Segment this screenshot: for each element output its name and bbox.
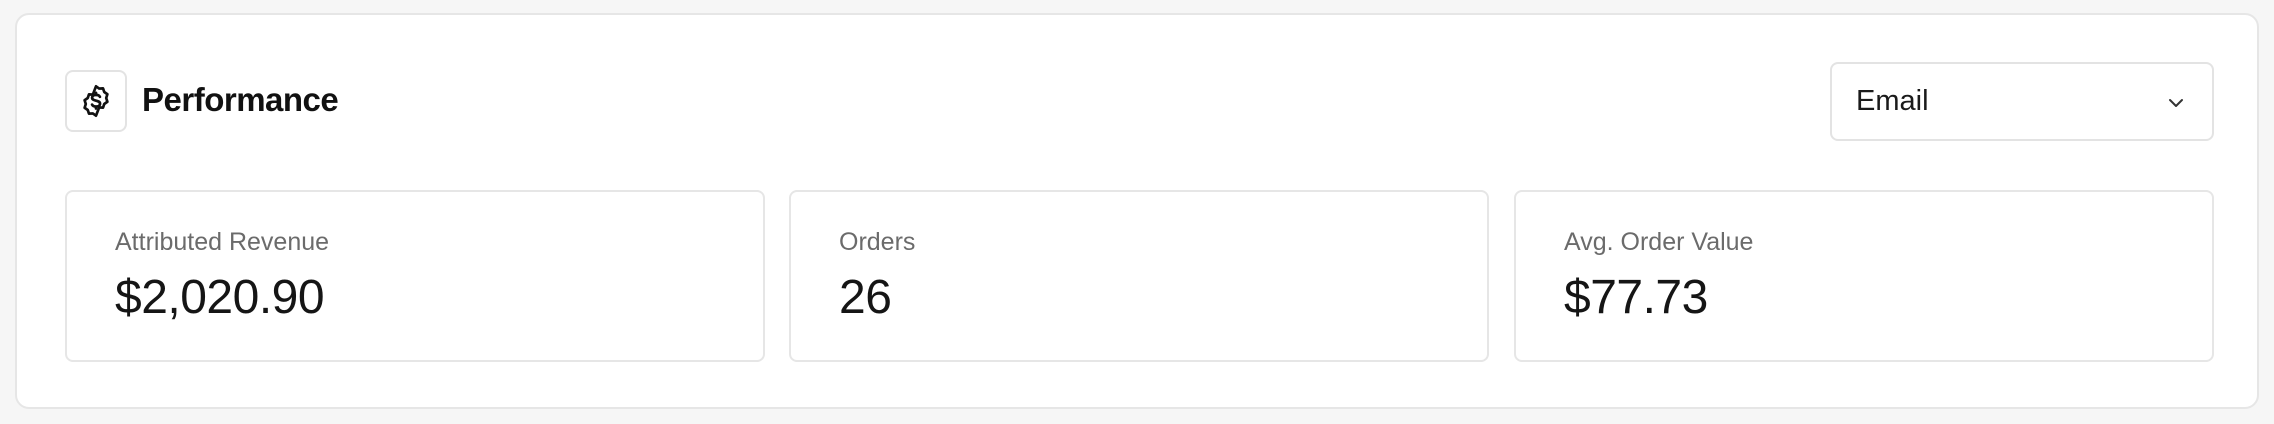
stat-label: Attributed Revenue xyxy=(115,228,330,256)
stat-value: 26 xyxy=(839,271,892,324)
channel-select[interactable]: Email xyxy=(1830,62,2214,141)
page-title: Performance xyxy=(142,81,339,118)
chevron-down-icon xyxy=(2169,99,2183,107)
performance-icon-box xyxy=(65,70,127,132)
performance-card: Performance Email Attributed Revenue $2,… xyxy=(15,13,2259,409)
stat-label: Avg. Order Value xyxy=(1564,228,1754,256)
card-header: Performance Email xyxy=(17,15,2257,190)
stat-card-attributed-revenue: Attributed Revenue $2,020.90 xyxy=(65,190,765,362)
stat-value: $2,020.90 xyxy=(115,271,325,324)
dollar-badge-icon xyxy=(83,84,109,118)
stat-card-orders: Orders 26 xyxy=(789,190,1489,362)
stat-card-avg-order-value: Avg. Order Value $77.73 xyxy=(1514,190,2214,362)
stat-value: $77.73 xyxy=(1564,271,1708,324)
stats-row: Attributed Revenue $2,020.90 Orders 26 A… xyxy=(65,190,2214,362)
channel-select-value: Email xyxy=(1856,85,1929,117)
stat-label: Orders xyxy=(839,228,916,256)
